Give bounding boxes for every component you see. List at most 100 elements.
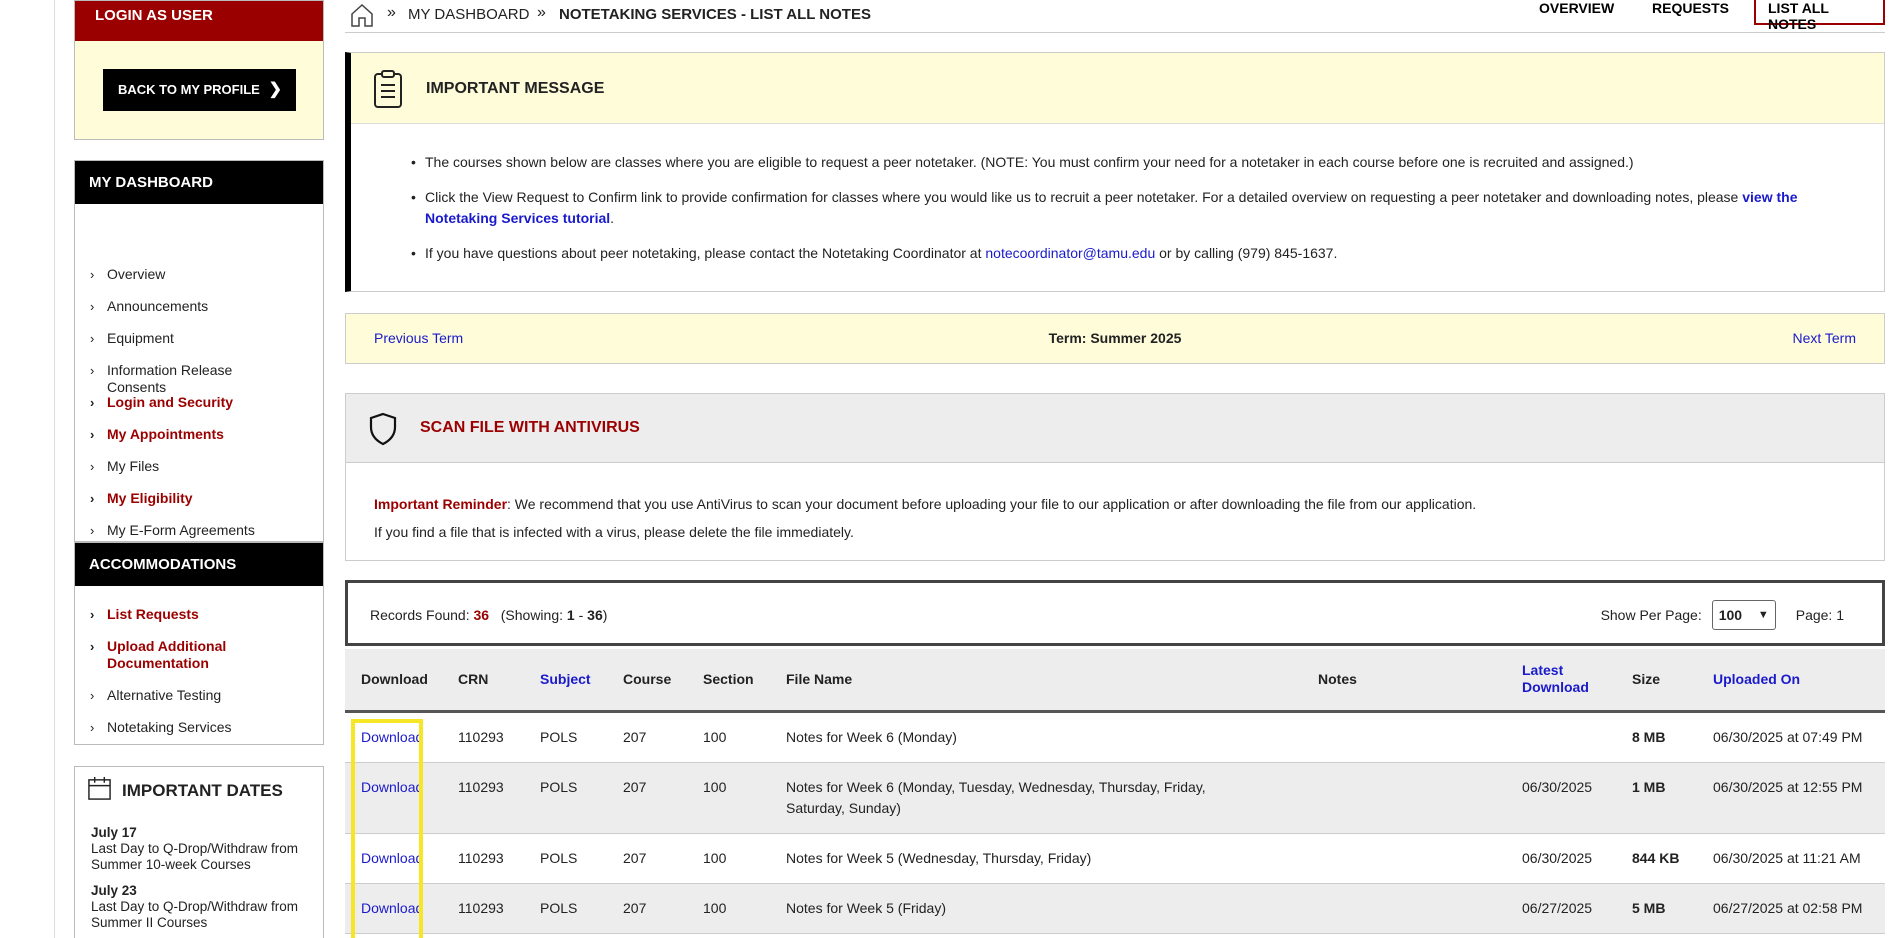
- breadcrumb-separator-icon: »: [387, 4, 396, 21]
- breadcrumb-current: NOTETAKING SERVICES - LIST ALL NOTES: [559, 6, 871, 23]
- sidebar-item[interactable]: › Equipment: [75, 330, 285, 347]
- sidebar: LOGIN AS USER BACK TO MY PROFILE ❯ MY DA…: [74, 0, 324, 938]
- tab-overview[interactable]: OVERVIEW: [1539, 0, 1614, 16]
- sidebar-item[interactable]: › Information Release Consents: [75, 362, 285, 396]
- dashboard-nav: MY DASHBOARD › Overview › Announcements › Equ…: [74, 160, 324, 570]
- col-crn: CRN: [458, 670, 489, 687]
- chevron-right-icon: ›: [90, 459, 95, 474]
- next-term-link[interactable]: Next Term: [1792, 330, 1856, 346]
- message-bullet: Click the View Request to Confirm link t…: [411, 187, 1865, 229]
- cell-download: Download: [345, 762, 442, 833]
- pagination-controls: Show Per Page: 100 ▼ Page: 1: [1601, 600, 1844, 630]
- clipboard-icon: [374, 70, 402, 108]
- sidebar-item[interactable]: › My Eligibility: [75, 490, 285, 507]
- download-link[interactable]: Download: [361, 900, 423, 916]
- records-found: Records Found: 36 (Showing: 1 - 36): [370, 607, 607, 623]
- download-link[interactable]: Download: [361, 850, 423, 866]
- sidebar-item-label: Login and Security: [107, 394, 234, 410]
- chevron-down-icon: ▼: [1757, 609, 1769, 621]
- accommodations-nav-heading: ACCOMMODATIONS: [75, 543, 323, 586]
- download-link[interactable]: Download: [361, 779, 423, 795]
- coordinator-email-link[interactable]: notecoordinator@tamu.edu: [985, 245, 1155, 261]
- login-as-user-panel: LOGIN AS USER BACK TO MY PROFILE ❯: [74, 0, 324, 140]
- sidebar-item-label: Information Release Consents: [107, 362, 233, 395]
- records-label: Records Found:: [370, 607, 470, 623]
- cell-crn: 110293: [458, 849, 504, 866]
- chevron-right-icon: ›: [90, 523, 95, 538]
- sidebar-item[interactable]: › Upload Additional Documentation: [75, 638, 285, 672]
- important-message-title: IMPORTANT MESSAGE: [426, 80, 605, 97]
- sidebar-item[interactable]: › My Files: [75, 458, 285, 475]
- cell-crn: 110293: [458, 778, 504, 795]
- sidebar-item-label: Overview: [107, 266, 166, 282]
- download-link[interactable]: Download: [361, 729, 423, 745]
- cell-crn: 110293: [458, 728, 504, 745]
- sidebar-item[interactable]: › My E-Form Agreements: [75, 522, 285, 539]
- table-row: Download 110293 POLS 207 100 Notes for Week 6…: [345, 711, 1885, 762]
- important-dates-heading: IMPORTANT DATES: [122, 781, 283, 800]
- cell-size: 844 KB: [1632, 849, 1680, 866]
- date-item: July 17 Last Day to Q-Drop/Withdraw from…: [91, 825, 323, 873]
- chevron-right-icon: ›: [90, 688, 95, 703]
- breadcrumb-dashboard-link[interactable]: MY DASHBOARD: [408, 6, 529, 23]
- cell-course: 207: [623, 899, 647, 916]
- chevron-right-icon: ›: [90, 331, 95, 346]
- cell-notes: [1302, 883, 1506, 933]
- cell-subject: POLS: [540, 728, 578, 745]
- accommodations-nav: ACCOMMODATIONS › List Requests › Upload Add…: [74, 542, 324, 745]
- col-notes: Notes: [1318, 670, 1357, 687]
- term-navigator: Previous Term Term: Summer 2025 Next Ter…: [345, 313, 1885, 364]
- important-reminder-label: Important Reminder: [374, 496, 508, 512]
- chevron-right-icon: ›: [90, 363, 95, 378]
- sidebar-item[interactable]: › Announcements: [75, 298, 285, 315]
- date-label: July 17: [91, 825, 137, 840]
- back-to-profile-button[interactable]: BACK TO MY PROFILE ❯: [103, 69, 296, 111]
- cell-crn: 110293: [458, 899, 504, 916]
- message-bullet: If you have questions about peer notetak…: [411, 243, 1865, 264]
- showing-dash: -: [578, 607, 584, 623]
- cell-uploaded-on: 06/30/2025 at 07:49 PM: [1713, 728, 1863, 745]
- cell-uploaded-on: 06/27/2025 at 02:58 PM: [1713, 899, 1863, 916]
- col-uploaded-on-sort[interactable]: Uploaded On: [1697, 649, 1885, 711]
- cell-subject: POLS: [540, 849, 578, 866]
- cell-latest-download: [1506, 711, 1616, 762]
- table-row: Download 110293 POLS 207 100 Notes for Week 6…: [345, 762, 1885, 833]
- col-subject-sort[interactable]: Subject: [524, 649, 607, 711]
- tab-list-all-notes[interactable]: LIST ALL NOTES: [1754, 0, 1885, 32]
- cell-uploaded-on: 06/30/2025 at 11:21 AM: [1713, 849, 1861, 866]
- chevron-right-icon: ›: [90, 427, 95, 442]
- sidebar-item[interactable]: › Overview: [75, 266, 285, 283]
- cell-uploaded-on: 06/30/2025 at 12:55 PM: [1713, 778, 1863, 795]
- breadcrumb-separator-icon: »: [537, 4, 546, 21]
- antivirus-panel: SCAN FILE WITH ANTIVIRUS Important Remin…: [345, 393, 1885, 561]
- important-message-list: The courses shown below are classes wher…: [405, 152, 1865, 264]
- sidebar-item[interactable]: › Alternative Testing: [75, 687, 285, 704]
- sidebar-item[interactable]: › Login and Security: [75, 394, 285, 411]
- message-text: or by calling (979) 845-1637.: [1155, 245, 1338, 261]
- cell-notes: [1302, 833, 1506, 883]
- chevron-right-icon: ›: [90, 299, 95, 314]
- left-rail: [0, 0, 55, 938]
- showing-suffix: ): [602, 607, 608, 623]
- cell-section: 100: [703, 899, 727, 916]
- sidebar-item[interactable]: › List Requests: [75, 606, 285, 623]
- sidebar-item[interactable]: › Notetaking Services: [75, 719, 285, 736]
- back-to-profile-label: BACK TO MY PROFILE: [118, 82, 260, 97]
- tab-requests[interactable]: REQUESTS: [1652, 0, 1729, 16]
- table-row: Download 110293 POLS 207 100 Notes for Week 5…: [345, 883, 1885, 933]
- home-icon[interactable]: [349, 2, 375, 28]
- col-latest-download-sort[interactable]: Latest Download: [1506, 649, 1616, 711]
- chevron-right-icon: ›: [90, 639, 95, 654]
- sidebar-item-label: My Eligibility: [107, 490, 193, 506]
- cell-latest-download: 06/27/2025: [1522, 899, 1593, 916]
- sidebar-item[interactable]: › My Appointments: [75, 426, 285, 443]
- showing-prefix: (Showing:: [500, 607, 564, 623]
- cell-file-name: Notes for Week 6 (Monday): [786, 728, 957, 745]
- cell-subject: POLS: [540, 899, 578, 916]
- calendar-icon: [88, 776, 111, 800]
- cell-notes: [1302, 711, 1506, 762]
- per-page-select[interactable]: 100 ▼: [1711, 600, 1776, 630]
- showing-from: 1: [566, 607, 575, 623]
- cell-file-name: Notes for Week 5 (Wednesday, Thursday, F…: [786, 849, 1092, 866]
- cell-notes: [1302, 762, 1506, 833]
